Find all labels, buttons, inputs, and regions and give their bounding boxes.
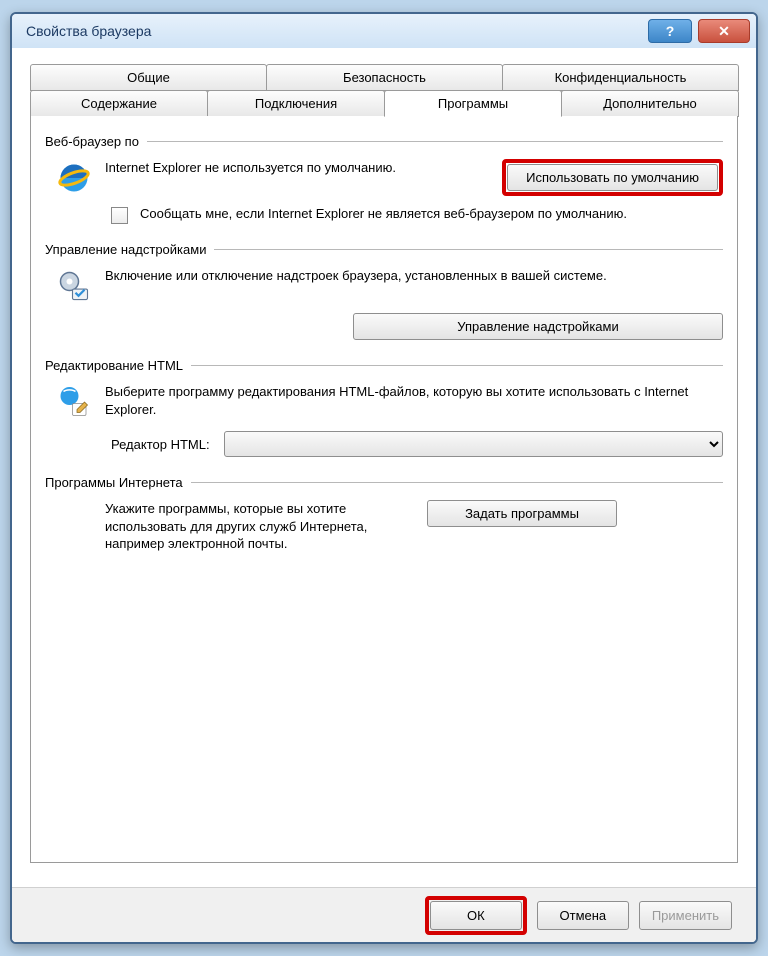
default-browser-status: Internet Explorer не используется по умо…	[105, 159, 490, 177]
group-title: Редактирование HTML	[45, 358, 183, 373]
notify-default-checkbox[interactable]	[111, 207, 128, 224]
highlight-make-default: Использовать по умолчанию	[502, 159, 723, 196]
dialog-window: Свойства браузера ? ✕ Общие Безопасность…	[10, 12, 758, 944]
addons-desc: Включение или отключение надстроек брауз…	[105, 267, 723, 285]
apply-button: Применить	[639, 901, 732, 930]
set-programs-button[interactable]: Задать программы	[427, 500, 617, 527]
cancel-button[interactable]: Отмена	[537, 901, 629, 930]
html-editor-select[interactable]	[224, 431, 723, 457]
group-title: Управление надстройками	[45, 242, 206, 257]
close-button[interactable]: ✕	[698, 19, 750, 43]
tab-panel-programs: Веб-браузер по Internet Explorer не испо…	[30, 116, 738, 863]
titlebar: Свойства браузера ? ✕	[12, 14, 756, 49]
tab-programs[interactable]: Программы	[384, 90, 562, 117]
tab-content[interactable]: Содержание	[30, 90, 208, 117]
tab-privacy[interactable]: Конфиденциальность	[502, 64, 739, 91]
ie-icon	[55, 159, 93, 197]
html-edit-icon	[55, 383, 93, 421]
tab-general[interactable]: Общие	[30, 64, 267, 91]
dialog-body: Общие Безопасность Конфиденциальность Со…	[12, 48, 756, 942]
group-html-editing: Редактирование HTML Выберите программу р…	[45, 358, 723, 457]
gear-icon	[55, 267, 93, 305]
window-title: Свойства браузера	[18, 23, 648, 39]
group-title: Веб-браузер по	[45, 134, 139, 149]
tab-advanced[interactable]: Дополнительно	[561, 90, 739, 117]
group-internet-programs: Программы Интернета Укажите программы, к…	[45, 475, 723, 553]
html-editor-label: Редактор HTML:	[111, 437, 210, 452]
highlight-ok: ОК	[425, 896, 527, 935]
tab-strip: Общие Безопасность Конфиденциальность Со…	[30, 64, 738, 117]
tab-connections[interactable]: Подключения	[207, 90, 385, 117]
make-default-button[interactable]: Использовать по умолчанию	[507, 164, 718, 191]
html-edit-desc: Выберите программу редактирования HTML-ф…	[105, 383, 723, 418]
notify-default-label: Сообщать мне, если Internet Explorer не …	[140, 205, 723, 223]
help-button[interactable]: ?	[648, 19, 692, 43]
manage-addons-button[interactable]: Управление надстройками	[353, 313, 723, 340]
group-addons: Управление надстройками Включение или от…	[45, 242, 723, 340]
tab-security[interactable]: Безопасность	[266, 64, 503, 91]
dialog-footer: ОК Отмена Применить	[12, 887, 756, 942]
internet-programs-desc: Укажите программы, которые вы хотите исп…	[105, 500, 415, 553]
group-default-browser: Веб-браузер по Internet Explorer не испо…	[45, 134, 723, 224]
group-title: Программы Интернета	[45, 475, 183, 490]
ok-button[interactable]: ОК	[430, 901, 522, 930]
